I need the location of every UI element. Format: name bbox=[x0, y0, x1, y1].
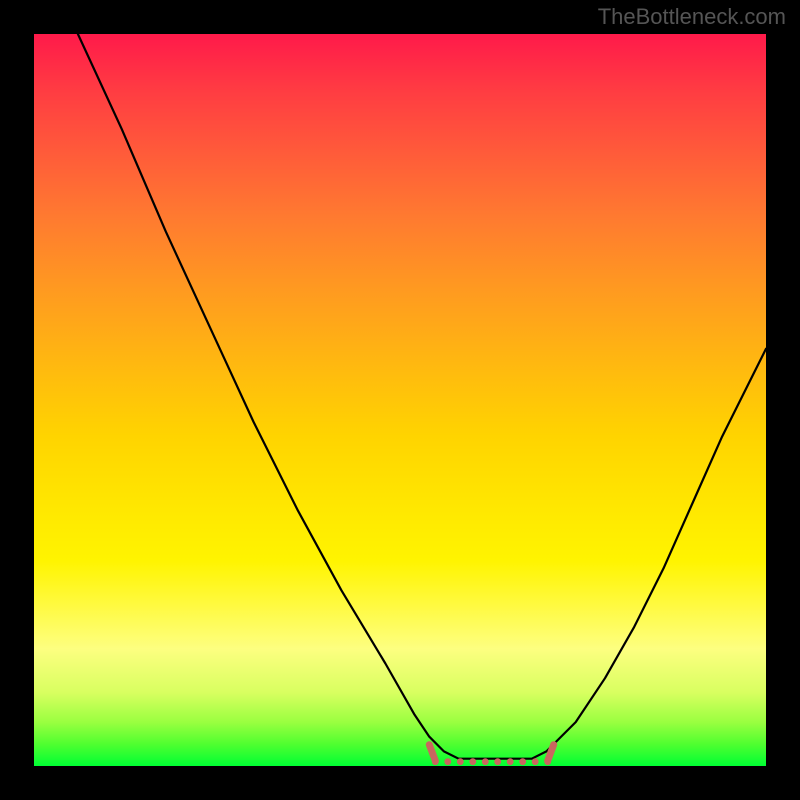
chart-plot-area bbox=[34, 34, 766, 766]
watermark-text: TheBottleneck.com bbox=[598, 4, 786, 30]
valley-flat-marker bbox=[429, 745, 553, 765]
bottleneck-curve bbox=[78, 34, 766, 759]
main-curve-path bbox=[78, 34, 766, 759]
chart-svg bbox=[34, 34, 766, 766]
